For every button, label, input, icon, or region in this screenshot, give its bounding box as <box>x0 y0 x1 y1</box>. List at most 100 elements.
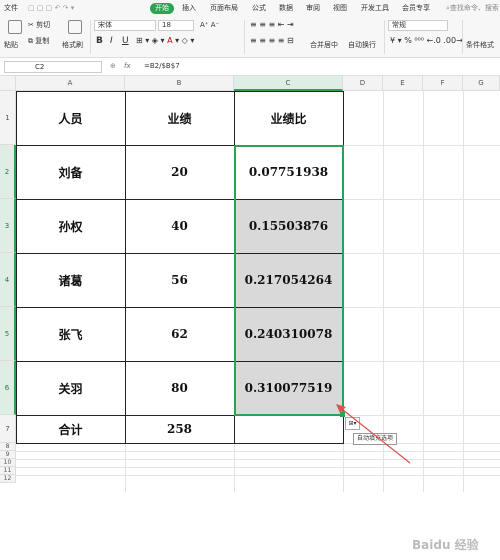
table-cell[interactable]: 40 <box>125 199 234 253</box>
gridline <box>343 145 500 146</box>
tab-developer[interactable]: 开发工具 <box>361 0 389 16</box>
paste-button[interactable]: 粘贴 <box>4 40 18 50</box>
table-cell[interactable]: 80 <box>125 361 234 415</box>
table-cell[interactable]: 关羽 <box>16 361 125 415</box>
menu-icons: ▢ ▢ ▢ ↶ ↷ ▾ <box>28 4 75 12</box>
copy-icon: ⧉ <box>28 37 33 45</box>
gridline <box>234 443 235 492</box>
tab-data[interactable]: 数据 <box>279 0 293 16</box>
paste-icon[interactable] <box>8 20 22 34</box>
formula-bar: C2 ⊕ fx =B2/$B$7 <box>0 58 500 76</box>
formula-input[interactable]: =B2/$B$7 <box>144 58 180 75</box>
ribbon: 粘贴 ✂ 剪切 ⧉ 复制 格式刷 宋体 18 A⁺ A⁻ B I U ⊞ ▾ ◈… <box>0 16 500 58</box>
number-format-select[interactable]: 常规 <box>388 20 448 31</box>
font-name-select[interactable]: 宋体 <box>94 20 156 31</box>
table-cell[interactable]: 62 <box>125 307 234 361</box>
row-header-8[interactable]: 8 <box>0 443 16 451</box>
table-cell[interactable]: 56 <box>125 253 234 307</box>
gridline <box>423 91 424 492</box>
header-cell-performance[interactable]: 业绩 <box>125 91 234 145</box>
table-style-button[interactable]: 条件格式 <box>466 40 494 50</box>
column-header-f[interactable]: F <box>423 76 463 91</box>
ribbon-divider <box>384 20 385 54</box>
row-header-2[interactable]: 2 <box>0 145 16 199</box>
select-all-corner[interactable] <box>0 76 16 91</box>
underline-icon[interactable]: U <box>122 36 129 46</box>
tab-review[interactable]: 审阅 <box>306 0 320 16</box>
table-cell[interactable]: 20 <box>125 145 234 199</box>
italic-icon[interactable]: I <box>110 36 113 46</box>
row-header-3[interactable]: 3 <box>0 199 16 253</box>
column-header-d[interactable]: D <box>343 76 383 91</box>
ribbon-divider <box>462 20 463 54</box>
table-cell[interactable]: 张飞 <box>16 307 125 361</box>
font-size-select[interactable]: 18 <box>158 20 194 31</box>
align-top-icon[interactable]: ≡ ≡ ≡ ⇤ ⇥ <box>250 20 294 30</box>
total-label-cell[interactable]: 合计 <box>16 415 125 443</box>
column-header-b[interactable]: B <box>125 76 234 91</box>
border-icon[interactable]: ⊞ ▾ ◈ ▾ A ▾ ◇ ▾ <box>136 36 194 46</box>
header-cell-ratio[interactable]: 业绩比 <box>234 91 343 145</box>
row-header-4[interactable]: 4 <box>0 253 16 307</box>
format-painter-button[interactable]: 格式刷 <box>62 40 83 50</box>
spreadsheet-grid[interactable]: A B C D E F G 1 2 3 4 5 6 7 8 9 10 11 12… <box>0 76 500 552</box>
column-header-g[interactable]: G <box>463 76 500 91</box>
row-header-10[interactable]: 10 <box>0 459 16 467</box>
bold-icon[interactable]: B <box>96 36 103 46</box>
selection-outline <box>234 145 344 416</box>
zoom-icon[interactable]: ⊕ <box>110 58 116 75</box>
copy-button[interactable]: ⧉ 复制 <box>28 36 49 46</box>
row-header-7[interactable]: 7 <box>0 415 16 443</box>
total-value-cell[interactable]: 258 <box>125 415 234 443</box>
format-painter-icon[interactable] <box>68 20 82 34</box>
tab-page-layout[interactable]: 页面布局 <box>210 0 238 16</box>
scissors-icon: ✂ <box>28 21 34 29</box>
cut-button[interactable]: ✂ 剪切 <box>28 20 50 30</box>
row-header-9[interactable]: 9 <box>0 451 16 459</box>
gridline <box>343 199 500 200</box>
watermark: Baidu 经验 <box>412 538 479 552</box>
copy-label: 复制 <box>35 37 50 45</box>
total-ratio-cell[interactable] <box>234 415 343 443</box>
table-border <box>16 443 343 444</box>
row-header-12[interactable]: 12 <box>0 475 16 483</box>
gridline <box>16 475 500 476</box>
merge-center-button[interactable]: 合并居中 <box>310 40 338 50</box>
name-box[interactable]: C2 <box>4 61 102 73</box>
gridline <box>463 91 464 492</box>
font-grow-icon[interactable]: A⁺ A⁻ <box>200 20 219 30</box>
tab-member[interactable]: 会员专享 <box>402 0 430 16</box>
tab-formula[interactable]: 公式 <box>252 0 266 16</box>
gridline <box>343 361 500 362</box>
column-header-c[interactable]: C <box>234 76 343 91</box>
search-placeholder: 查找命令、搜索 <box>449 4 499 12</box>
header-cell-person[interactable]: 人员 <box>16 91 125 145</box>
tab-home[interactable]: 开始 <box>150 3 174 14</box>
row-header-6[interactable]: 6 <box>0 361 16 415</box>
menu-file[interactable]: 文件 <box>4 0 18 16</box>
row-header-11[interactable]: 11 <box>0 467 16 475</box>
gridline <box>343 307 500 308</box>
gridline <box>16 451 500 452</box>
currency-icon[interactable]: ¥ ▾ % ⁰⁰⁰ ←.0 .00→ <box>390 36 463 46</box>
column-header-e[interactable]: E <box>383 76 423 91</box>
row-header-1[interactable]: 1 <box>0 91 16 145</box>
column-header-a[interactable]: A <box>16 76 125 91</box>
wrap-text-button[interactable]: 自动换行 <box>348 40 376 50</box>
search-command[interactable]: ⌕查找命令、搜索 <box>446 0 499 16</box>
row-header-5[interactable]: 5 <box>0 307 16 361</box>
tab-view[interactable]: 视图 <box>333 0 347 16</box>
table-cell[interactable]: 刘备 <box>16 145 125 199</box>
gridline <box>16 467 500 468</box>
gridline <box>343 253 500 254</box>
tab-insert[interactable]: 插入 <box>182 0 196 16</box>
align-left-icon[interactable]: ≡ ≡ ≡ ≡ ⊟ <box>250 36 294 46</box>
menu-bar: 文件 ▢ ▢ ▢ ↶ ↷ ▾ 开始 插入 页面布局 公式 数据 审阅 视图 开发… <box>0 0 500 16</box>
fx-icon[interactable]: fx <box>124 58 131 75</box>
gridline <box>125 443 126 492</box>
table-cell[interactable]: 孙权 <box>16 199 125 253</box>
ribbon-divider <box>244 20 245 54</box>
ribbon-divider <box>90 20 91 54</box>
cut-label: 剪切 <box>36 21 51 29</box>
table-cell[interactable]: 诸葛 <box>16 253 125 307</box>
